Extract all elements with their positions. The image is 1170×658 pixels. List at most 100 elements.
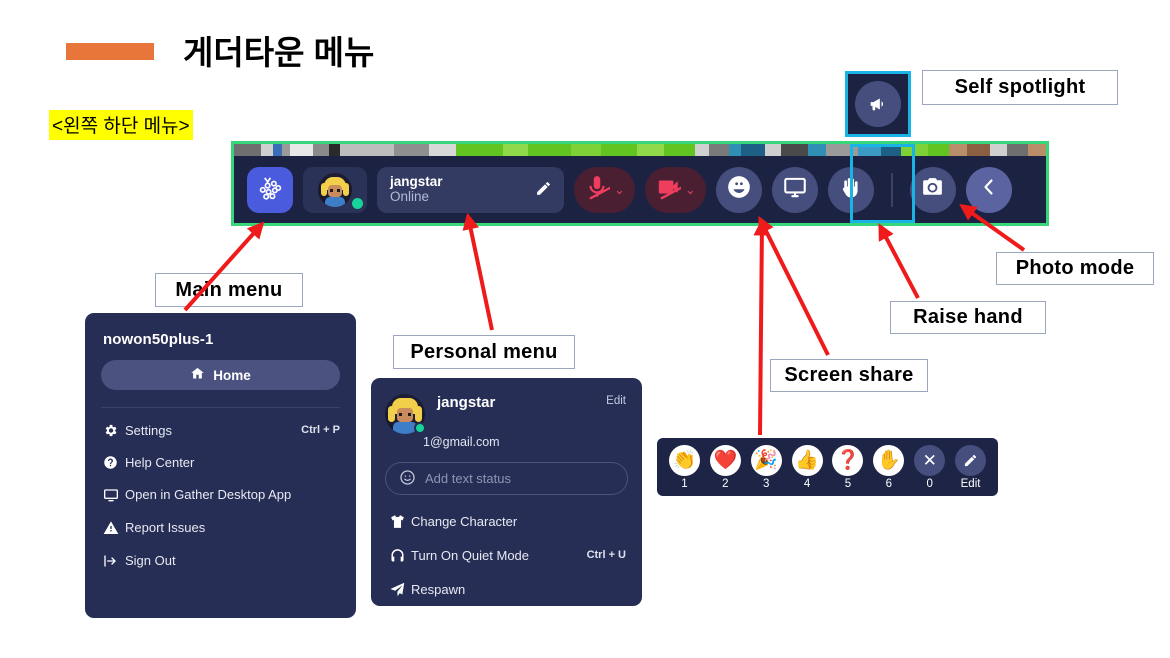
menu-item-label: Turn On Quiet Mode [411, 547, 530, 563]
question-mark-emoji: ❓ [832, 444, 864, 476]
callout-label: Photo mode [1015, 257, 1135, 279]
callout-photo-mode: Photo mode [996, 252, 1154, 285]
emoji-button-6[interactable]: ✋ 6 [870, 444, 907, 490]
camera-muted-icon [655, 174, 683, 205]
warning-triangle-icon [103, 520, 125, 536]
menu-item-label: Help Center [125, 454, 195, 470]
camera-photo-icon [920, 175, 945, 205]
emoji-button-2[interactable]: ❤️ 2 [707, 444, 744, 490]
status-badge [352, 197, 363, 209]
callout-raise-hand: Raise hand [890, 301, 1046, 334]
emoji-button-4[interactable]: 👍 4 [789, 444, 826, 490]
callout-label: Raise hand [913, 306, 1023, 328]
text-status-input[interactable]: Add text status [385, 462, 628, 495]
thumbs-up-emoji: 👍 [791, 444, 823, 476]
home-icon [190, 366, 205, 384]
monitor-icon [782, 174, 808, 205]
menu-item-label: Settings [125, 422, 172, 438]
close-icon: ✕ [914, 444, 946, 476]
avatar [318, 172, 352, 207]
home-button[interactable]: Home [101, 360, 340, 390]
megaphone-icon [855, 81, 901, 127]
gear-icon [103, 423, 125, 438]
microphone-toggle-button[interactable]: ⌄ [574, 166, 635, 213]
menu-item-shortcut: Ctrl + P [301, 424, 340, 436]
clapping-hands-emoji: 👏 [668, 444, 700, 476]
profile-email: 1@gmail.com [423, 435, 500, 449]
emoji-reaction-bar: 👏 1 ❤️ 2 🎉 3 👍 4 ❓ 5 ✋ 6 ✕ 0 Edit [657, 438, 998, 496]
self-spotlight-button[interactable] [845, 71, 911, 137]
sign-out-icon [103, 553, 125, 569]
menu-item-report-issues[interactable]: Report Issues [85, 511, 356, 544]
raised-hand-icon [838, 175, 863, 205]
menu-item-help-center[interactable]: Help Center [85, 446, 356, 478]
callout-label: Self spotlight [954, 76, 1086, 98]
user-name: jangstar [390, 174, 443, 189]
callout-screen-share: Screen share [770, 359, 928, 392]
emoji-clear-button[interactable]: ✕ 0 [911, 444, 948, 490]
menu-item-label: Sign Out [125, 553, 176, 568]
emoji-key-label: 1 [681, 477, 688, 490]
toolbar-divider [890, 172, 893, 207]
chevron-down-icon[interactable]: ⌄ [612, 183, 627, 196]
menu-item-sign-out[interactable]: Sign Out [85, 544, 356, 577]
toolbar-row: jangstar Online ⌄ ⌄ [234, 156, 1046, 223]
chevron-down-icon[interactable]: ⌄ [683, 183, 698, 196]
user-name-button[interactable]: jangstar Online [377, 166, 564, 213]
menu-item-change-character[interactable]: Change Character [371, 504, 642, 538]
space-name: nowon50plus-1 [103, 331, 214, 348]
raise-hand-button[interactable] [827, 166, 874, 213]
emoji-key-label: 2 [722, 477, 729, 490]
menu-item-respawn[interactable]: Respawn [371, 572, 642, 606]
menu-item-label: Respawn [411, 581, 466, 597]
menu-item-label: Report Issues [125, 520, 206, 535]
callout-main-menu: Main menu [155, 273, 303, 307]
emoji-button-3[interactable]: 🎉 3 [748, 444, 785, 490]
callout-self-spotlight: Self spotlight [922, 70, 1118, 105]
emoji-button-5[interactable]: ❓ 5 [830, 444, 867, 490]
callout-label: Main menu [175, 278, 283, 301]
raised-hand-emoji: ✋ [873, 444, 905, 476]
callout-personal-menu: Personal menu [393, 335, 575, 369]
pencil-icon[interactable] [535, 180, 552, 202]
home-label: Home [213, 367, 251, 383]
emoji-key-label: 6 [885, 477, 893, 490]
screen-share-button[interactable] [771, 166, 818, 213]
pencil-icon [955, 444, 987, 476]
monitor-icon [103, 487, 125, 503]
heart-emoji: ❤️ [709, 444, 741, 476]
menu-item-open-desktop-app[interactable]: Open in Gather Desktop App [85, 478, 356, 511]
collapse-toolbar-button[interactable] [965, 166, 1012, 213]
emoji-key-label: 0 [926, 477, 933, 490]
avatar-button[interactable] [303, 166, 367, 213]
main-menu-button[interactable] [247, 166, 293, 213]
emoji-key-label: 5 [844, 477, 852, 490]
user-status: Online [390, 189, 430, 204]
menu-item-label: Open in Gather Desktop App [125, 487, 292, 502]
map-background-strip [234, 144, 1046, 156]
emoji-edit-button[interactable]: Edit [952, 444, 989, 490]
edit-profile-button[interactable]: Edit [606, 395, 626, 407]
smiley-icon [399, 469, 416, 489]
emoji-key-label: Edit [960, 477, 981, 490]
emoji-reactions-button[interactable] [715, 166, 762, 213]
photo-mode-button[interactable] [909, 166, 956, 213]
menu-item-settings[interactable]: Settings Ctrl + P [85, 414, 356, 446]
headphones-icon [389, 547, 411, 564]
menu-item-shortcut: Ctrl + U [586, 549, 626, 561]
chevron-left-icon [977, 175, 1001, 204]
paper-plane-icon [389, 581, 411, 598]
menu-item-quiet-mode[interactable]: Turn On Quiet Mode Ctrl + U [371, 538, 642, 572]
personal-menu-panel: jangstar Edit 1@gmail.com Add text statu… [371, 378, 642, 606]
text-status-placeholder: Add text status [425, 471, 511, 486]
camera-toggle-button[interactable]: ⌄ [644, 166, 706, 213]
callout-label: Screen share [784, 364, 914, 386]
emoji-button-1[interactable]: 👏 1 [666, 444, 703, 490]
profile-name: jangstar [437, 394, 496, 411]
dots-grid-icon [257, 174, 284, 206]
menu-item-label: Change Character [411, 513, 518, 529]
gather-bottom-toolbar: jangstar Online ⌄ ⌄ [231, 141, 1049, 226]
emoji-key-label: 3 [762, 477, 770, 490]
main-menu-panel: nowon50plus-1 Home Settings Ctrl + P Hel… [85, 313, 356, 618]
callout-label: Personal menu [410, 340, 558, 363]
